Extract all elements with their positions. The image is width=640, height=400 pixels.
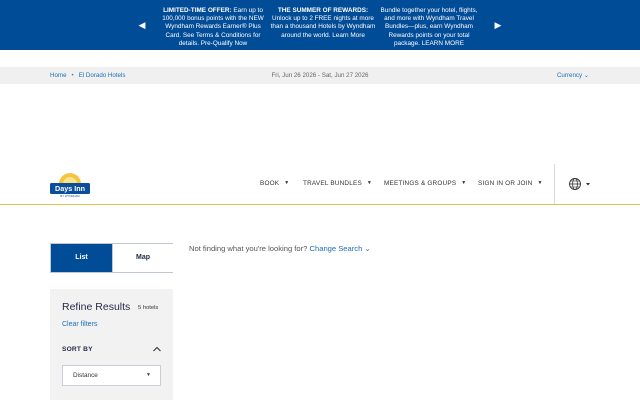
promo-slide-2-text: Unlock up to 2 FREE nights at more than … <box>270 15 376 39</box>
nav-meetings-groups[interactable]: MEETINGS & GROUPS ▼ <box>384 162 466 204</box>
promo-slide-1[interactable]: LIMITED-TIME OFFER: Earn up to 100,000 b… <box>157 7 269 47</box>
logo-brand: Days Inn <box>55 184 85 193</box>
nav-signin-label: SIGN IN OR JOIN <box>478 180 533 187</box>
promo-slide-3-text: Bundle together your hotel, flights, and… <box>380 7 478 47</box>
chevron-left-icon[interactable]: ◀ <box>137 19 147 31</box>
days-inn-logo[interactable]: Days Inn BY WYNDHAM <box>49 170 91 198</box>
utility-bar: Home • El Dorado Hotels Fri, Jun 26 2026 -… <box>0 67 640 84</box>
chevron-down-icon: ⌄ <box>583 72 589 79</box>
caret-down-icon: ▼ <box>284 180 290 186</box>
nav-sign-in[interactable]: SIGN IN OR JOIN ▼ <box>478 162 543 204</box>
tab-map[interactable]: Map <box>112 244 173 272</box>
nav-travel-bundles[interactable]: TRAVEL BUNDLES ▼ <box>303 162 372 204</box>
view-toggle: List Map <box>50 243 173 273</box>
promo-slide-2[interactable]: THE SUMMER OF REWARDS: Unlock up to 2 FR… <box>268 7 378 47</box>
refine-title: Refine Results <box>62 301 131 313</box>
caret-down-icon: ▼ <box>366 180 373 186</box>
chevron-up-icon[interactable] <box>152 345 162 353</box>
chevron-down-icon: ⌄ <box>364 244 371 253</box>
nav-book[interactable]: BOOK ▼ <box>260 162 289 204</box>
header-divider <box>554 164 555 204</box>
not-finding-text: Not finding what you're looking for? <box>189 244 308 253</box>
promo-slide-2-title: THE SUMMER OF REWARDS: <box>277 7 369 14</box>
change-search-label: Change Search <box>309 244 363 253</box>
sort-select-value: Distance <box>73 372 98 379</box>
promo-banner: ◀ LIMITED-TIME OFFER: Earn up to 100,000… <box>0 0 640 50</box>
breadcrumb-city[interactable]: El Dorado Hotels <box>79 72 126 79</box>
clear-filters-link[interactable]: Clear filters <box>62 321 97 328</box>
chevron-right-icon[interactable]: ▶ <box>493 19 503 31</box>
globe-icon[interactable] <box>568 177 592 191</box>
tab-list[interactable]: List <box>51 244 112 272</box>
currency-label: Currency <box>556 72 583 79</box>
not-finding-message: Not finding what you're looking for? Cha… <box>189 244 371 253</box>
promo-slide-3[interactable]: Bundle together your hotel, flights, and… <box>378 7 480 47</box>
logo-sub: BY WYNDHAM <box>60 194 80 198</box>
caret-down-icon: ▼ <box>461 180 467 186</box>
breadcrumb-home[interactable]: Home <box>50 72 67 79</box>
change-search-link[interactable]: Change Search ⌄ <box>310 244 371 253</box>
breadcrumb: Home • El Dorado Hotels <box>50 67 125 84</box>
chevron-down-icon: ▼ <box>146 372 151 378</box>
refine-panel: Refine Results 5 hotels Clear filters SO… <box>50 289 173 400</box>
nav-bundles-label: TRAVEL BUNDLES <box>303 180 362 187</box>
caret-down-icon: ▼ <box>537 180 543 186</box>
currency-selector[interactable]: Currency ⌄ <box>557 67 589 84</box>
hotel-count: 5 hotels <box>138 305 159 311</box>
sort-select[interactable]: Distance ▼ <box>62 365 161 386</box>
sort-by-label: SORT BY <box>62 346 93 353</box>
sun-icon <box>59 173 81 184</box>
promo-slide-1-title: LIMITED-TIME OFFER: <box>163 7 232 14</box>
site-header: Days Inn BY WYNDHAM BOOK ▼ TRAVEL BUNDLES… <box>0 162 640 205</box>
nav-book-label: BOOK <box>260 180 280 187</box>
breadcrumb-separator: • <box>71 72 74 79</box>
nav-meetings-label: MEETINGS & GROUPS <box>384 180 457 187</box>
